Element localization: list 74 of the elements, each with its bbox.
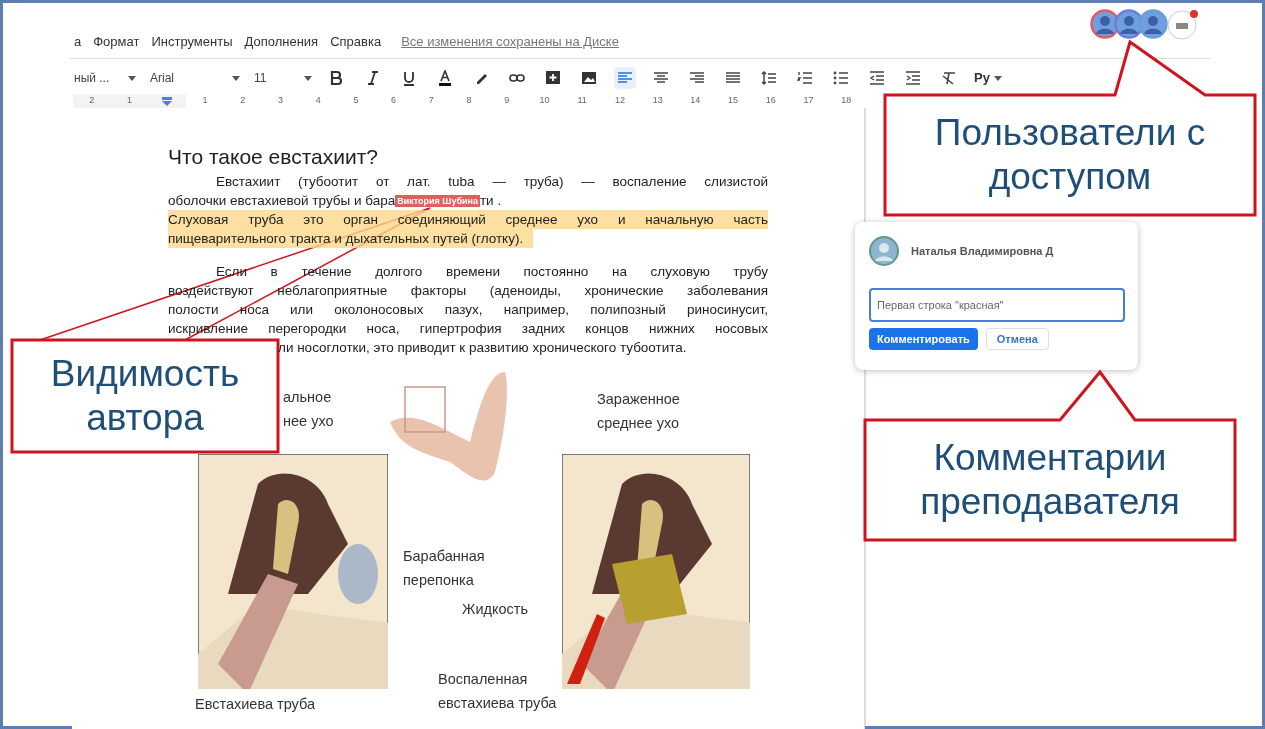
- ruler-number: 17: [803, 94, 814, 108]
- paragraph-line: оболочки евстахиевой трубы и бара: [168, 192, 396, 210]
- paragraph-line: полости носа или околоносовых пазух, например, полипозный риносинусит,: [168, 301, 768, 319]
- caret-icon: [232, 75, 240, 81]
- figure-label: Жидкость: [462, 600, 528, 619]
- ruler-number: 1: [127, 94, 133, 108]
- size-dropdown[interactable]: 11: [254, 69, 312, 87]
- ruler-number: 4: [315, 94, 321, 108]
- user-avatar-icon: [1090, 9, 1120, 39]
- figure-label: Евстахиева труба: [195, 695, 316, 714]
- comment-field[interactable]: Первая строка "красная": [869, 288, 1125, 322]
- menu-item[interactable]: Формат: [93, 32, 140, 52]
- ruler-number: 8: [466, 94, 472, 108]
- caret-icon: [304, 75, 312, 81]
- menu-item[interactable]: Дополнения: [244, 32, 319, 52]
- figure-caption: Зараженное среднее ухо: [597, 390, 680, 433]
- ruler-number: 1: [202, 94, 208, 108]
- caret-icon: [128, 75, 136, 81]
- add-comment-icon: [545, 70, 561, 86]
- cancel-button[interactable]: Отмена: [985, 328, 1049, 350]
- save-status-link[interactable]: Все изменения сохранены на Диске: [401, 32, 619, 52]
- underline-icon: [401, 70, 417, 86]
- paragraph-line: Евстахиит (тубоотит от лат. tuba — труба) — воспаление слизистой: [215, 173, 768, 191]
- font-dropdown[interactable]: Arial: [150, 69, 240, 87]
- align-right-icon: [689, 70, 705, 86]
- caret-icon: [993, 75, 1002, 81]
- ruler-number: 2: [240, 94, 246, 108]
- style-dropdown[interactable]: ный ...: [74, 69, 136, 87]
- ruler-number: 10: [539, 94, 550, 108]
- image-icon: [581, 70, 597, 86]
- ruler-number: 13: [652, 94, 663, 108]
- callout-text: Пользователи с доступом: [933, 111, 1207, 199]
- figure-label: Барабанная перепонка: [403, 547, 485, 590]
- line-spacing-icon: [761, 70, 777, 86]
- menu-item[interactable]: Справка: [330, 32, 382, 52]
- increase-indent-icon: [905, 70, 921, 86]
- ruler-number: 11: [577, 94, 587, 108]
- align-center-icon: [653, 70, 669, 86]
- author-badge: Виктория Шубина: [395, 194, 480, 207]
- bold-icon: [329, 70, 345, 86]
- ruler-number: 16: [765, 94, 776, 108]
- figure-caption: альное нее ухо: [283, 388, 334, 431]
- ruler-number: 5: [353, 94, 359, 108]
- menu-item[interactable]: а: [74, 32, 82, 52]
- align-left-icon: [617, 70, 633, 86]
- callout-text: Комментарии преподавателя: [919, 436, 1181, 524]
- ruler-number: 18: [841, 94, 852, 108]
- comment-button[interactable]: Комментировать: [869, 328, 978, 350]
- clear-formatting-icon: [941, 70, 957, 86]
- paragraph-line: ти .: [479, 192, 502, 210]
- ruler-number: 15: [728, 94, 739, 108]
- figure-label: Воспаленная евстахиева труба: [438, 670, 557, 713]
- ruler-number: 9: [504, 94, 510, 108]
- italic-icon: [365, 70, 381, 86]
- ruler-number: 2: [89, 94, 95, 108]
- bulleted-list-icon: [833, 70, 849, 86]
- indent-marker-icon: [162, 96, 173, 106]
- user-avatar-icon: [1138, 9, 1168, 39]
- ruler-number: 3: [277, 94, 283, 108]
- justify-icon: [725, 70, 741, 86]
- decrease-indent-icon: [869, 70, 885, 86]
- avatar-icon: [869, 236, 899, 266]
- text-color-icon: [437, 70, 453, 86]
- commenter-name: Наталья Владимировна Д: [911, 243, 1054, 259]
- input-tools-button[interactable]: Ру: [974, 68, 1002, 88]
- ruler-number: 7: [428, 94, 434, 108]
- numbered-list-icon: [797, 70, 813, 86]
- align-left-button[interactable]: [614, 67, 636, 89]
- ruler-number: 6: [391, 94, 397, 108]
- callout-text: Видимость автора: [49, 352, 241, 440]
- document-heading: Что такое евстахиит?: [168, 144, 378, 170]
- menu-item[interactable]: Инструменты: [151, 32, 233, 52]
- ruler-number: 12: [614, 94, 625, 108]
- ruler-number: 14: [690, 94, 701, 108]
